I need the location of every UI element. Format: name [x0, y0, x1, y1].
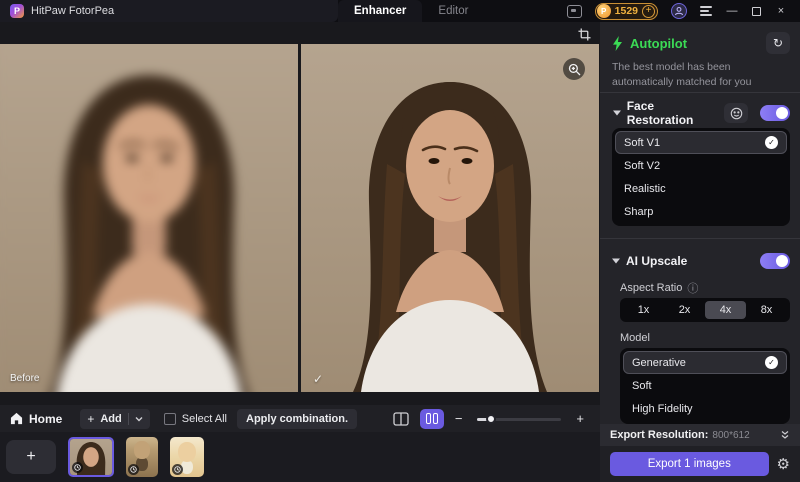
export-button[interactable]: Export 1 images: [610, 452, 769, 476]
app-title: HitPaw FotorPea: [31, 5, 115, 17]
maximize-button[interactable]: [752, 6, 761, 16]
canvas-area: Before ✓ Home + Add Select All Apply com…: [0, 22, 600, 482]
home-button[interactable]: Home: [10, 412, 62, 426]
divider: [600, 92, 800, 93]
double-chevron-icon[interactable]: [780, 430, 790, 440]
crop-icon[interactable]: [576, 26, 592, 42]
zoom-slider[interactable]: [477, 412, 562, 426]
before-label: Before: [10, 373, 40, 384]
ai-upscale-title: AI Upscale: [626, 254, 688, 268]
apply-combination-button[interactable]: Apply combination.: [237, 408, 358, 429]
after-check-icon: ✓: [313, 372, 324, 386]
app-logo-icon: P: [10, 4, 24, 18]
history-badge-icon: [172, 464, 183, 475]
add-label: Add: [100, 412, 122, 425]
model-label: Model: [620, 332, 650, 344]
ai-upscale-header[interactable]: AI Upscale: [612, 250, 790, 272]
autopilot-title: Autopilot: [630, 35, 688, 51]
select-all-checkbox[interactable]: [163, 412, 176, 425]
caret-down-icon: [612, 258, 620, 264]
main-tabs: Enhancer Editor: [338, 0, 484, 22]
zoom-out-icon[interactable]: −: [453, 411, 465, 426]
model-generative[interactable]: Generative ✓: [623, 351, 787, 374]
compare-view: Before ✓: [0, 44, 600, 392]
face-restoration-toggle[interactable]: [760, 105, 790, 121]
option-soft-v1[interactable]: Soft V1 ✓: [615, 131, 787, 154]
titlebar: P HitPaw FotorPea Enhancer Editor P 1529…: [0, 0, 800, 22]
select-all-control[interactable]: Select All: [163, 412, 227, 425]
export-footer: Export 1 images ⚙: [600, 446, 800, 482]
home-icon: [10, 412, 23, 425]
credits-pill[interactable]: P 1529 +: [594, 2, 658, 20]
credits-count: 1529: [614, 5, 638, 17]
home-label: Home: [29, 411, 63, 426]
face-restoration-header[interactable]: ✓ Face Restoration: [612, 99, 790, 127]
plus-icon: +: [87, 411, 95, 426]
after-image: ✓: [301, 44, 599, 392]
model-list: Generative ✓ Soft High Fidelity: [620, 348, 790, 424]
divider: [600, 238, 800, 239]
minimize-button[interactable]: —: [725, 5, 739, 17]
history-badge-icon: [128, 464, 139, 475]
selected-check-icon: ✓: [765, 136, 778, 149]
thumbnail-woman-blonde[interactable]: [170, 437, 204, 477]
ai-upscale-toggle[interactable]: [760, 253, 790, 269]
ratio-4x[interactable]: 4x: [705, 301, 746, 319]
thumbnail-woman-selected[interactable]: [68, 437, 114, 477]
tab-editor[interactable]: Editor: [422, 0, 484, 22]
option-soft-v2[interactable]: Soft V2: [615, 154, 787, 177]
promo-icon[interactable]: [566, 4, 582, 18]
history-badge-icon: [72, 462, 83, 473]
autopilot-description: The best model has been automatically ma…: [612, 61, 752, 88]
face-restoration-title: Face Restoration: [626, 99, 694, 127]
autopilot-header: Autopilot ↻: [612, 31, 790, 55]
export-resolution-label: Export Resolution:: [610, 429, 709, 441]
view-controls: − +: [391, 408, 586, 429]
face-restoration-list: Soft V1 ✓ Soft V2 Realistic Sharp: [612, 128, 790, 226]
menu-icon[interactable]: [700, 6, 712, 16]
zoom-slider-knob[interactable]: [486, 413, 497, 424]
tab-enhancer[interactable]: Enhancer: [338, 0, 423, 22]
close-button[interactable]: ×: [774, 5, 788, 17]
titlebar-actions: P 1529 + — ×: [566, 0, 800, 22]
export-resolution-value: 800*612: [712, 429, 750, 441]
chevron-down-icon[interactable]: [135, 416, 143, 422]
model-soft[interactable]: Soft: [623, 374, 787, 397]
bolt-icon: [613, 35, 622, 51]
face-preview-icon[interactable]: [724, 103, 748, 123]
thumbnail-man-sepia[interactable]: [126, 437, 158, 477]
add-credits-icon[interactable]: +: [642, 4, 655, 18]
user-account-icon[interactable]: [671, 3, 687, 19]
ratio-8x[interactable]: 8x: [746, 301, 787, 319]
app-window: P HitPaw FotorPea Enhancer Editor P 1529…: [0, 0, 800, 482]
before-image: Before: [0, 44, 298, 392]
coin-icon: P: [596, 4, 611, 18]
info-icon[interactable]: ⓘ: [687, 280, 698, 296]
gear-icon[interactable]: ⚙: [777, 455, 790, 473]
thumbnail-strip: +: [0, 432, 600, 482]
bottom-toolbar: Home + Add Select All Apply combination.…: [0, 405, 600, 432]
add-button[interactable]: + Add: [80, 408, 150, 429]
canvas-toolbar: [0, 22, 600, 44]
export-resolution-bar[interactable]: Export Resolution: 800*612: [600, 424, 800, 446]
side-by-side-view-icon[interactable]: [419, 408, 444, 429]
ratio-2x[interactable]: 2x: [664, 301, 705, 319]
option-realistic[interactable]: Realistic: [615, 177, 787, 200]
sidebar: Autopilot ↻ The best model has been auto…: [600, 22, 800, 482]
aspect-ratio-label: Aspect Ratio ⓘ: [620, 280, 699, 296]
model-high-fidelity[interactable]: High Fidelity: [623, 397, 787, 420]
refresh-icon[interactable]: ↻: [766, 32, 790, 54]
ratio-1x[interactable]: 1x: [623, 301, 664, 319]
divider: [127, 412, 129, 425]
selected-check-icon: ✓: [765, 356, 778, 369]
zoom-in-icon[interactable]: +: [574, 411, 586, 426]
caret-down-icon: [612, 110, 621, 116]
split-view-icon[interactable]: [391, 410, 411, 428]
magnifier-icon[interactable]: [563, 58, 585, 80]
select-all-label: Select All: [181, 412, 227, 425]
option-sharp[interactable]: Sharp: [615, 200, 787, 223]
app-brand: P HitPaw FotorPea: [0, 0, 338, 22]
aspect-ratio-segment: 1x 2x 4x 8x: [620, 298, 790, 322]
add-image-tile[interactable]: +: [6, 440, 56, 474]
